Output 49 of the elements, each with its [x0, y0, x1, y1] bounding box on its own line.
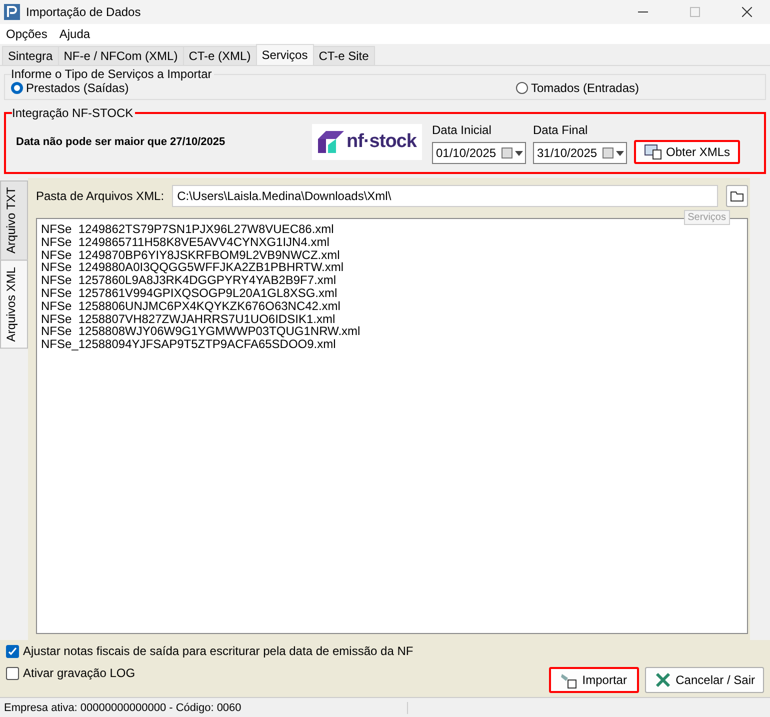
- browse-folder-button[interactable]: [726, 185, 748, 207]
- group-title: Integração NF-STOCK: [12, 106, 136, 120]
- file-item[interactable]: NFSe 1258808WJY06W9G1YGMWWP03TQUG1NRW.xml: [41, 325, 743, 338]
- file-item[interactable]: NFSe 1257860L9A8J3RK4DGGPYRY4YAB2B9F7.xml: [41, 274, 743, 287]
- file-item[interactable]: NFSe 1249870BP6YIY8JSKRFBOM9L2VB9NWCZ.xml: [41, 248, 743, 262]
- window-title: Importação de Dados: [26, 5, 142, 19]
- folder-label: Pasta de Arquivos XML:: [36, 189, 164, 203]
- folder-path-field[interactable]: C:\Users\Laisla.Medina\Downloads\Xml\: [172, 185, 718, 207]
- side-tab[interactable]: Arquivo TXT: [0, 180, 28, 260]
- checkbox[interactable]: [6, 644, 19, 658]
- radio-button[interactable]: [516, 82, 528, 94]
- status-text: Empresa ativa: 00000000000000 - Código: 0060: [4, 702, 408, 714]
- file-item[interactable]: NFSe 1249865711H58K8VE5AVV4CYNXG1IJN4.xml: [41, 236, 743, 249]
- side-tab[interactable]: Arquivos XML: [0, 260, 28, 350]
- file-item[interactable]: NFSe 1258806UNJMC6PX4KQYKZK676O63NC42.xml: [41, 300, 743, 313]
- file-item[interactable]: NFSe 1249862TS79P7SN1PJX96L27W8VUEC86.xml: [41, 223, 743, 236]
- calendar-dropdown-icon[interactable]: [501, 147, 525, 159]
- menu-item[interactable]: Opções: [6, 27, 48, 41]
- get-xmls-button[interactable]: Obter XMLs: [634, 140, 740, 164]
- file-item[interactable]: NFSe_12588094YJFSAP9T5ZTP9ACFA65SDOO9.xml: [41, 338, 743, 351]
- checkbox-label: Ajustar notas fiscais de saída para escriturar pela data de emissão da NF: [23, 644, 414, 658]
- file-item[interactable]: NFSe 1257861V994GPIXQSOGP9L20A1GL8XSG.xml: [41, 286, 743, 300]
- radio-button[interactable]: [11, 82, 23, 94]
- group-title: Informe o Tipo de Serviços a Importar: [11, 67, 214, 81]
- tab[interactable]: CT-e Site: [312, 46, 375, 65]
- date-warning: Data não pode ser maior que 27/10/2025: [15, 136, 226, 148]
- file-item[interactable]: NFSe 1258807VH827ZWJAHRRS7U1UO6IDSIK1.xml: [41, 312, 743, 326]
- folder-icon: [730, 190, 744, 202]
- app-logo-icon: [4, 4, 20, 20]
- logo-text: nf·stock: [346, 131, 416, 153]
- date-field[interactable]: 31/10/2025: [533, 142, 627, 164]
- close-icon: [654, 671, 672, 689]
- close-icon[interactable]: [742, 7, 752, 17]
- import-button[interactable]: Importar: [548, 667, 639, 693]
- calendar-dropdown-icon[interactable]: [602, 147, 626, 159]
- menu-item[interactable]: Ajuda: [59, 27, 90, 41]
- tooltip: Serviços: [684, 210, 730, 225]
- checkbox-label: Ativar gravação LOG: [23, 666, 136, 680]
- date-label: Data Inicial: [432, 123, 492, 137]
- checkbox[interactable]: [6, 666, 19, 680]
- tab[interactable]: NF-e / NFCom (XML): [58, 46, 184, 65]
- cancel-button[interactable]: Cancelar / Sair: [644, 667, 764, 693]
- file-item[interactable]: NFSe 1249880A0I3QQGG5WFFJKA2ZB1PBHRTW.xml: [41, 261, 743, 274]
- tab[interactable]: CT-e (XML): [182, 46, 257, 65]
- tab[interactable]: Sintegra: [2, 46, 59, 65]
- date-label: Data Final: [533, 123, 589, 137]
- tab[interactable]: Serviços: [256, 44, 314, 65]
- logo-mark-icon: [318, 131, 344, 153]
- date-field[interactable]: 01/10/2025: [432, 142, 526, 164]
